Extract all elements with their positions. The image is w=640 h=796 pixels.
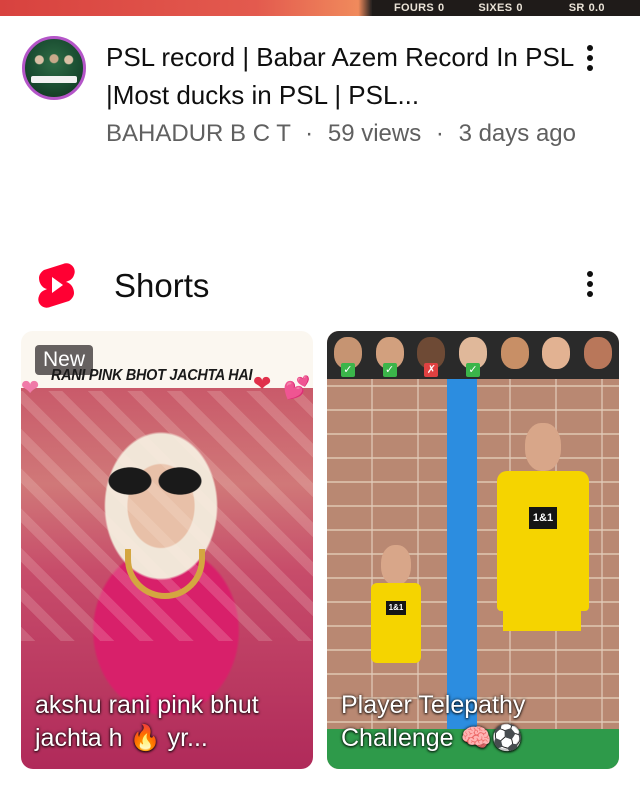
player-face bbox=[577, 331, 619, 379]
scoreboard-overlay: FOURS 0 SIXES 0 SR 0.0 bbox=[372, 0, 640, 16]
sixes-label: SIXES bbox=[478, 2, 513, 14]
heart-icon: ❤ bbox=[21, 375, 40, 400]
upload-age: 3 days ago bbox=[458, 120, 576, 147]
player-face: ✓ bbox=[327, 331, 369, 379]
more-vert-icon[interactable] bbox=[578, 268, 602, 304]
short-card[interactable]: ✓ ✓ ✗ ✓ 1&1 1&1 Player Telepathy Challen… bbox=[327, 331, 619, 769]
avatar-caption bbox=[31, 76, 77, 83]
more-vert-icon[interactable] bbox=[578, 42, 602, 78]
player-face bbox=[494, 331, 536, 379]
shorts-shelf-header: Shorts bbox=[0, 252, 640, 316]
cross-icon: ✗ bbox=[424, 363, 439, 377]
yellow-jersey-image: 1&1 bbox=[371, 583, 421, 663]
meta-separator: · bbox=[435, 120, 444, 147]
child-head bbox=[381, 545, 411, 585]
player-faces-strip: ✓ ✓ ✗ ✓ bbox=[327, 331, 619, 379]
check-icon: ✓ bbox=[340, 363, 355, 377]
sponsor-logo: 1&1 bbox=[386, 601, 406, 615]
sixes-value: 0 bbox=[516, 2, 523, 14]
video-title[interactable]: PSL record | Babar Azem Record In PSL |M… bbox=[106, 38, 576, 114]
check-icon: ✓ bbox=[382, 363, 397, 377]
thumbnail-overlay-text: RANI PINK BHOT JACHTA HAI bbox=[51, 367, 253, 384]
channel-avatar[interactable] bbox=[22, 36, 86, 100]
short-caption: akshu rani pink bhut jachta h 🔥 yr... bbox=[35, 691, 259, 752]
meta-separator: · bbox=[305, 120, 314, 147]
yellow-jersey-image: 1&1 bbox=[497, 471, 589, 611]
check-icon: ✓ bbox=[466, 363, 481, 377]
heart-icon: ❤ bbox=[253, 371, 272, 396]
player-face: ✗ bbox=[410, 331, 452, 379]
player-head bbox=[525, 423, 561, 471]
shorts-title: Shorts bbox=[114, 267, 210, 304]
short-caption: Player Telepathy Challenge 🧠⚽ bbox=[341, 691, 526, 752]
short-card[interactable]: New RANI PINK BHOT JACHTA HAI ❤ 💕 ❤ aksh… bbox=[21, 331, 313, 769]
player-face: ✓ bbox=[369, 331, 411, 379]
video-metadata: BAHADUR B C T · 59 views · 3 days ago bbox=[106, 116, 576, 152]
youtube-shorts-icon bbox=[38, 263, 75, 308]
heart-icon: 💕 bbox=[283, 375, 311, 400]
view-count: 59 views bbox=[327, 120, 422, 147]
sunglasses-image bbox=[105, 466, 205, 496]
channel-name[interactable]: BAHADUR B C T bbox=[106, 120, 291, 147]
fours-label: FOURS bbox=[394, 2, 434, 14]
fours-value: 0 bbox=[438, 2, 445, 14]
video-item[interactable]: PSL record | Babar Azem Record In PSL |M… bbox=[0, 16, 640, 196]
strike-rate-value: 0.0 bbox=[588, 2, 605, 14]
avatar-image bbox=[33, 51, 75, 73]
player-face: ✓ bbox=[452, 331, 494, 379]
strike-rate-label: SR bbox=[568, 2, 585, 14]
player-face bbox=[536, 331, 578, 379]
sponsor-logo: 1&1 bbox=[529, 507, 557, 529]
